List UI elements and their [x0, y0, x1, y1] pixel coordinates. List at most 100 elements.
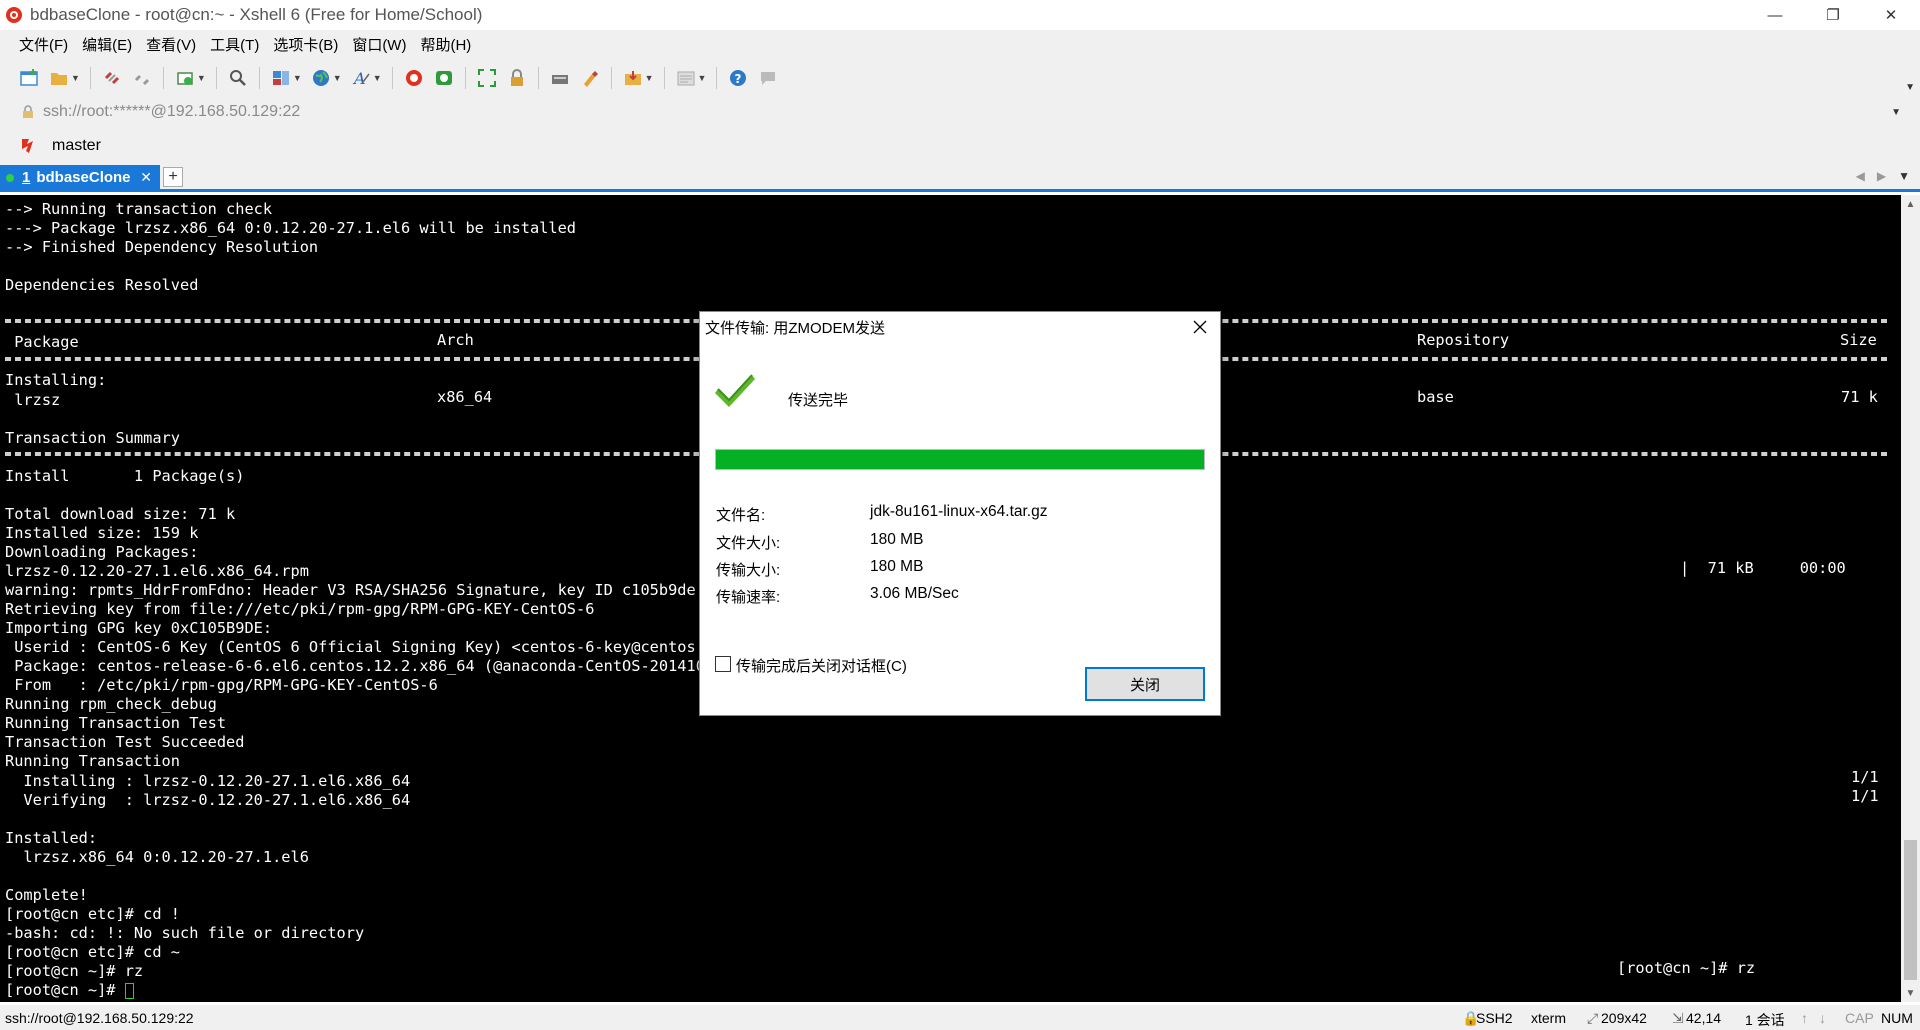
tab-bar: 1 bdbaseClone ✕ + ◀ ▶ ▼	[0, 164, 1920, 192]
open-dropdown-caret-icon[interactable]: ▼	[71, 73, 80, 83]
arch-value: x86_64	[437, 388, 493, 406]
session-bar: master	[0, 128, 1920, 164]
status-up-arrow-icon[interactable]: ↑	[1801, 1010, 1808, 1026]
download-progress: | 71 kB 00:00	[1680, 559, 1846, 577]
layout-dropdown-caret-icon[interactable]: ▼	[293, 73, 302, 83]
terminal-line: Dependencies Resolved	[5, 276, 199, 295]
minimize-button[interactable]: —	[1746, 0, 1804, 30]
toolbar-overflow-icon[interactable]: ▼	[1905, 82, 1915, 93]
terminal-line: [root@cn ~]# rz	[5, 962, 144, 980]
menu-help[interactable]: 帮助(H)	[413, 34, 478, 55]
verifying-count: 1/1	[1851, 787, 1879, 805]
terminal-line: -bash: cd: !: No such file or directory	[5, 923, 365, 942]
disconnect-icon[interactable]	[130, 66, 154, 90]
xftp-icon[interactable]	[432, 66, 456, 90]
status-cursor: 42,14	[1686, 1010, 1722, 1026]
terminal-line: [root@cn ~]#	[5, 981, 134, 1000]
connect-icon[interactable]	[100, 66, 124, 90]
file-size-label: 文件大小:	[716, 535, 781, 552]
tab-bdbaseclone[interactable]: 1 bdbaseClone ✕	[0, 165, 160, 190]
terminal-line: lrzsz-0.12.20-27.1.el6.x86_64.rpm	[5, 561, 309, 580]
highlight-icon[interactable]	[578, 66, 602, 90]
menu-tab[interactable]: 选项卡(B)	[266, 34, 345, 55]
close-after-transfer-label[interactable]: 传输完成后关闭对话框(C)	[736, 655, 907, 676]
close-after-transfer-checkbox[interactable]	[715, 656, 731, 672]
menu-view[interactable]: 查看(V)	[139, 34, 203, 55]
svg-text:?: ?	[735, 72, 742, 86]
terminal-line: --> Running transaction check	[5, 200, 273, 218]
menu-tools[interactable]: 工具(T)	[203, 34, 266, 55]
chat-icon[interactable]	[756, 66, 780, 90]
menu-edit[interactable]: 编辑(E)	[75, 34, 139, 55]
terminal-line: Installing:	[5, 371, 107, 390]
keyboard-icon[interactable]	[548, 66, 572, 90]
terminal-line: Verifying : lrzsz-0.12.20-27.1.el6.x86_6…	[5, 790, 411, 809]
reconnect-icon[interactable]	[173, 66, 197, 90]
terminal-line: Running Transaction	[5, 752, 180, 771]
new-session-icon[interactable]	[17, 66, 41, 90]
scroll-down-icon[interactable]: ▼	[1901, 984, 1920, 1002]
lock-icon[interactable]	[505, 66, 529, 90]
terminal-line: Installed size: 159 k	[5, 523, 199, 542]
terminal-line: Running Transaction Test	[5, 714, 227, 733]
scroll-up-icon[interactable]: ▲	[1901, 195, 1920, 213]
arch-header: Arch	[437, 331, 474, 349]
font-dropdown-caret-icon[interactable]: ▼	[373, 73, 382, 83]
address-dropdown-caret-icon[interactable]: ▼	[1891, 107, 1901, 118]
restore-button[interactable]: ❐	[1804, 0, 1862, 30]
terminal-line: Downloading Packages:	[5, 542, 199, 561]
tab-scroll-left-icon[interactable]: ◀	[1856, 169, 1865, 183]
toolbar-separator	[215, 66, 217, 89]
session-bookmark-icon[interactable]	[20, 137, 38, 155]
terminal-line: Userid : CentOS-6 Key (CentOS 6 Official…	[5, 638, 715, 657]
globe-dropdown-caret-icon[interactable]: ▼	[333, 73, 342, 83]
tab-close-icon[interactable]: ✕	[140, 169, 152, 186]
address-input[interactable]: ssh://root:******@192.168.50.129:22	[43, 103, 300, 121]
transfer-progress-bar	[715, 449, 1205, 470]
rz-echo: [root@cn ~]# rz	[1617, 959, 1756, 977]
toolbar-separator	[537, 66, 539, 89]
transferred-size-value: 180 MB	[870, 558, 924, 575]
close-window-button[interactable]: ✕	[1862, 0, 1920, 30]
menu-window[interactable]: 窗口(W)	[345, 34, 413, 55]
search-icon[interactable]	[226, 66, 250, 90]
dialog-close-icon[interactable]	[1190, 317, 1210, 337]
tab-scroll-right-icon[interactable]: ▶	[1877, 169, 1886, 183]
terminal-line: Install 1 Package(s)	[5, 466, 245, 485]
transfer-icon[interactable]	[621, 66, 645, 90]
terminal-line: --> Finished Dependency Resolution	[5, 238, 319, 257]
compose-icon[interactable]	[674, 66, 698, 90]
compose-dropdown-caret-icon[interactable]: ▼	[698, 73, 707, 83]
transfer-rate-label: 传输速率:	[716, 589, 781, 606]
font-icon[interactable]: A	[349, 66, 373, 90]
file-name-value: jdk-8u161-linux-x64.tar.gz	[870, 503, 1048, 520]
toolbar-separator	[464, 66, 466, 89]
xshell-logo-icon[interactable]	[402, 66, 426, 90]
session-link-master[interactable]: master	[52, 137, 101, 155]
address-bar[interactable]: ssh://root:******@192.168.50.129:22 ▼	[12, 98, 1912, 126]
layout-icon[interactable]	[269, 66, 293, 90]
tab-list-caret-icon[interactable]: ▼	[1898, 169, 1910, 183]
reconnect-dropdown-caret-icon[interactable]: ▼	[197, 73, 206, 83]
help-icon[interactable]: ?	[726, 66, 750, 90]
terminal-line: [root@cn etc]# cd !	[5, 904, 180, 923]
scrollbar-thumb[interactable]	[1904, 840, 1917, 980]
menu-file[interactable]: 文件(F)	[12, 34, 75, 55]
open-folder-icon[interactable]	[47, 66, 71, 90]
globe-icon[interactable]	[309, 66, 333, 90]
repository-value: base	[1417, 388, 1454, 406]
terminal-line: Importing GPG key 0xC105B9DE:	[5, 619, 273, 638]
fullscreen-icon[interactable]	[475, 66, 499, 90]
status-caps: CAP	[1845, 1010, 1874, 1026]
xshell-app-icon	[6, 7, 22, 23]
terminal-line: [root@cn etc]# cd ~	[5, 942, 180, 961]
toolbar-separator	[716, 66, 718, 89]
transfer-dropdown-caret-icon[interactable]: ▼	[645, 73, 654, 83]
add-tab-button[interactable]: +	[163, 167, 183, 187]
dialog-close-button[interactable]: 关闭	[1085, 667, 1205, 701]
connected-status-icon	[6, 173, 14, 182]
tab-scroll-controls: ◀ ▶ ▼	[1856, 169, 1910, 183]
terminal-line: Complete!	[5, 885, 88, 904]
status-down-arrow-icon[interactable]: ↓	[1819, 1010, 1826, 1026]
terminal-scrollbar[interactable]: ▲ ▼	[1901, 195, 1920, 1002]
